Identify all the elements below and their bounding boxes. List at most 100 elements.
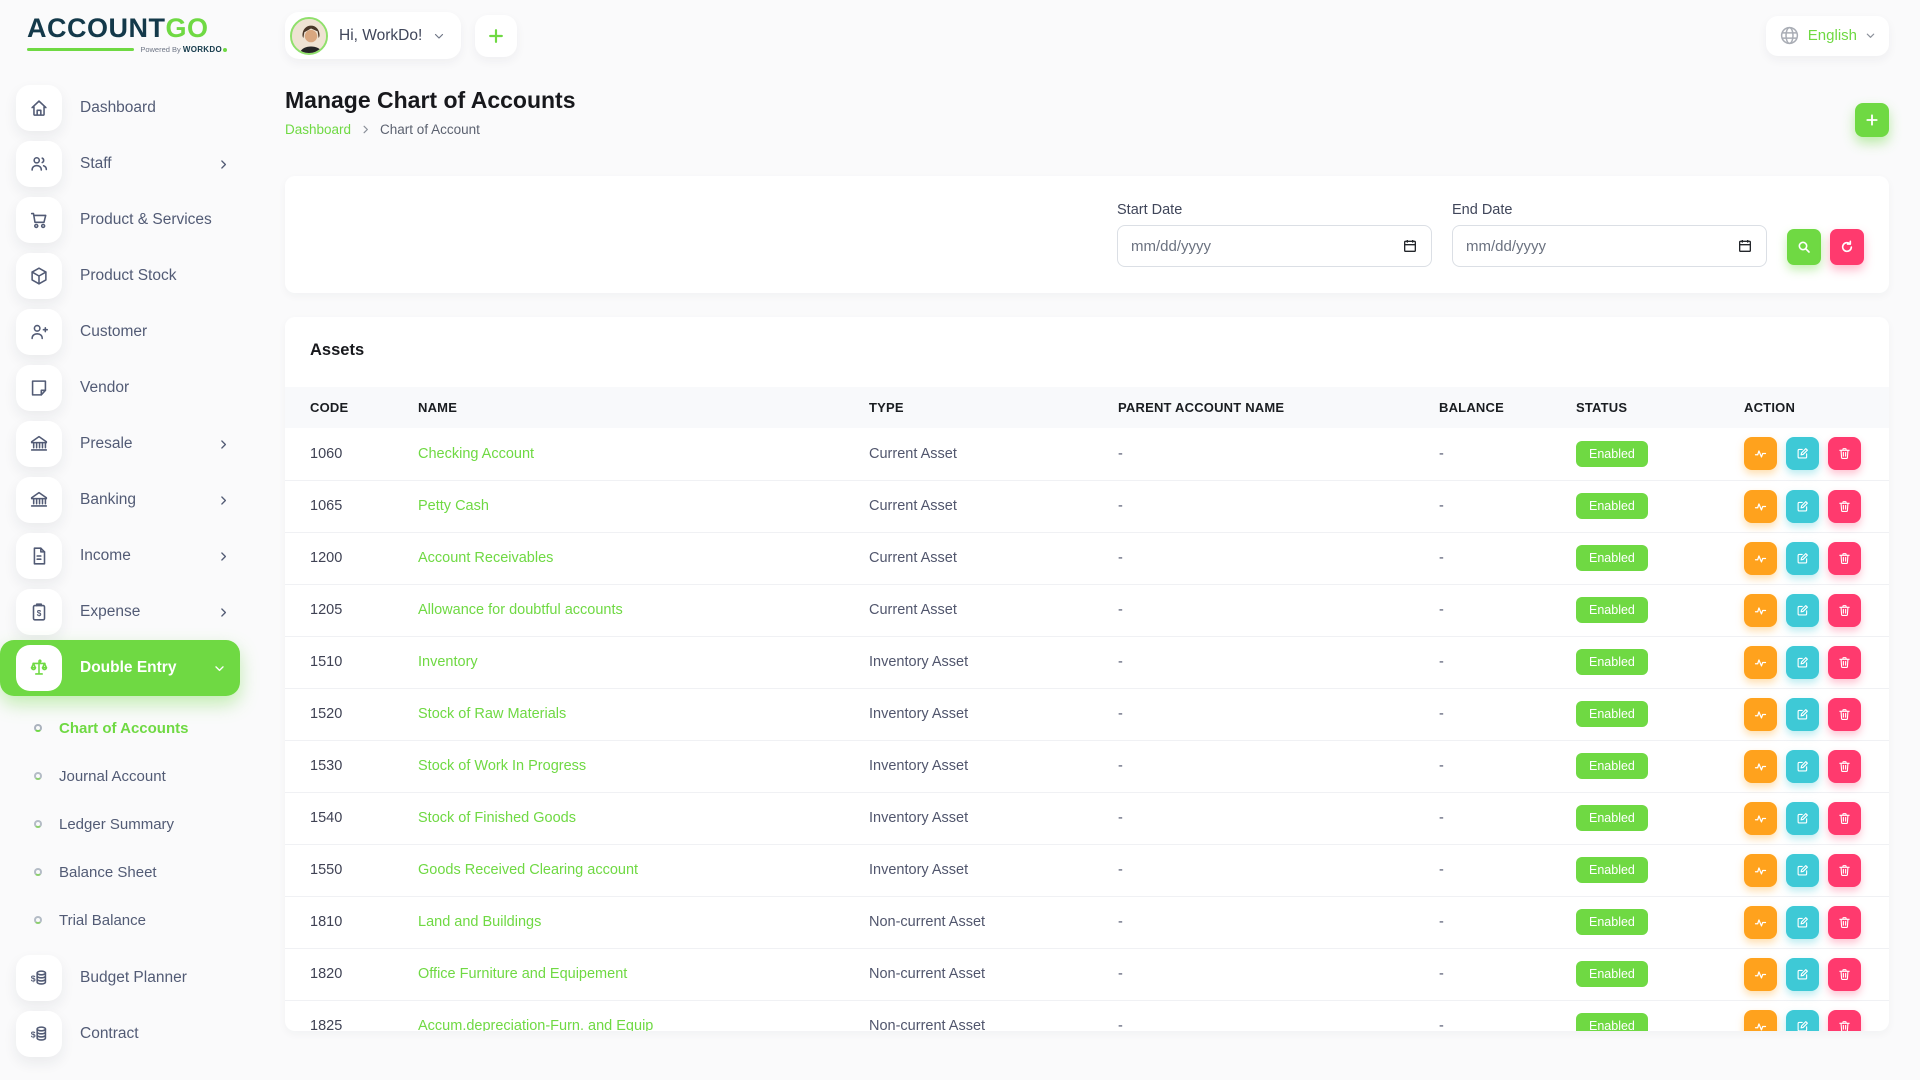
language-selector[interactable]: English: [1766, 16, 1889, 56]
delete-button[interactable]: [1828, 854, 1861, 887]
bullet-icon: [34, 916, 42, 924]
account-name-link[interactable]: Allowance for doubtful accounts: [418, 602, 623, 618]
add-account-button[interactable]: [1855, 103, 1889, 137]
accounts-table: CODENAMETYPEPARENT ACCOUNT NAMEBALANCEST…: [285, 387, 1889, 1031]
calendar-icon[interactable]: [1737, 238, 1753, 254]
brand-logo[interactable]: ACCOUNTGO Powered By WORKDO: [0, 14, 260, 54]
edit-button[interactable]: [1786, 906, 1819, 939]
delete-button[interactable]: [1828, 906, 1861, 939]
balance-cell: -: [1439, 948, 1576, 1000]
account-name-link[interactable]: Stock of Raw Materials: [418, 706, 566, 722]
trash-icon: [1837, 1019, 1852, 1032]
account-name-link[interactable]: Account Receivables: [418, 550, 553, 566]
sidebar-subitem-ledger-summary[interactable]: Ledger Summary: [0, 800, 260, 848]
sidebar-item-double-entry[interactable]: Double Entry: [0, 640, 240, 696]
sidebar-subitem-trial-balance[interactable]: Trial Balance: [0, 896, 260, 944]
edit-button[interactable]: [1786, 1010, 1819, 1032]
account-name-link[interactable]: Stock of Work In Progress: [418, 758, 586, 774]
delete-button[interactable]: [1828, 542, 1861, 575]
delete-button[interactable]: [1828, 646, 1861, 679]
sidebar-item-income[interactable]: Income: [0, 528, 260, 584]
chevron-right-icon: [217, 494, 230, 507]
ledger-button[interactable]: [1744, 906, 1777, 939]
end-date-input[interactable]: mm/dd/yyyy: [1452, 225, 1767, 267]
delete-button[interactable]: [1828, 750, 1861, 783]
account-name-link[interactable]: Accum.depreciation-Furn. and Equip: [418, 1018, 653, 1031]
start-date-input[interactable]: mm/dd/yyyy: [1117, 225, 1432, 267]
breadcrumb-dashboard-link[interactable]: Dashboard: [285, 122, 351, 137]
edit-button[interactable]: [1786, 437, 1819, 470]
edit-button[interactable]: [1786, 958, 1819, 991]
ledger-button[interactable]: [1744, 646, 1777, 679]
sidebar-item-dashboard[interactable]: Dashboard: [0, 80, 260, 136]
table-row: 1540Stock of Finished GoodsInventory Ass…: [285, 792, 1889, 844]
bullet-icon: [34, 820, 42, 828]
account-name-link[interactable]: Stock of Finished Goods: [418, 810, 576, 826]
sidebar-item-expense[interactable]: $Expense: [0, 584, 260, 640]
edit-button[interactable]: [1786, 802, 1819, 835]
activity-icon: [1753, 1019, 1768, 1032]
edit-button[interactable]: [1786, 594, 1819, 627]
ledger-button[interactable]: [1744, 437, 1777, 470]
coins-icon: $: [16, 955, 62, 1001]
delete-button[interactable]: [1828, 1010, 1861, 1032]
quick-add-button[interactable]: [475, 15, 517, 57]
delete-button[interactable]: [1828, 594, 1861, 627]
reset-filter-button[interactable]: [1830, 229, 1864, 265]
ledger-button[interactable]: [1744, 542, 1777, 575]
ledger-button[interactable]: [1744, 854, 1777, 887]
sidebar-item-staff[interactable]: Staff: [0, 136, 260, 192]
delete-button[interactable]: [1828, 958, 1861, 991]
sidebar-subitem-journal-account[interactable]: Journal Account: [0, 752, 260, 800]
status-badge: Enabled: [1576, 753, 1648, 780]
sidebar-item-budget-planner[interactable]: $Budget Planner: [0, 950, 260, 1006]
end-date-label: End Date: [1452, 202, 1767, 218]
sidebar-item-presale[interactable]: Presale: [0, 416, 260, 472]
sidebar-item-product-stock[interactable]: Product Stock: [0, 248, 260, 304]
home-icon: [16, 85, 62, 131]
sidebar-subitem-chart-of-accounts[interactable]: Chart of Accounts: [0, 704, 260, 752]
ledger-button[interactable]: [1744, 698, 1777, 731]
coins-icon: $: [16, 1011, 62, 1057]
sidebar-subitem-balance-sheet[interactable]: Balance Sheet: [0, 848, 260, 896]
apply-filter-button[interactable]: [1787, 229, 1821, 265]
edit-button[interactable]: [1786, 646, 1819, 679]
activity-icon: [1753, 499, 1768, 514]
edit-button[interactable]: [1786, 854, 1819, 887]
account-name-link[interactable]: Office Furniture and Equipement: [418, 966, 627, 982]
edit-button[interactable]: [1786, 542, 1819, 575]
edit-button[interactable]: [1786, 698, 1819, 731]
sidebar-item-customer[interactable]: Customer: [0, 304, 260, 360]
ledger-button[interactable]: [1744, 1010, 1777, 1032]
account-name-link[interactable]: Checking Account: [418, 446, 534, 462]
sidebar: ACCOUNTGO Powered By WORKDO DashboardSta…: [0, 0, 260, 1080]
delete-button[interactable]: [1828, 802, 1861, 835]
account-name-link[interactable]: Inventory: [418, 654, 478, 670]
edit-button[interactable]: [1786, 750, 1819, 783]
ledger-button[interactable]: [1744, 750, 1777, 783]
edit-button[interactable]: [1786, 490, 1819, 523]
user-menu[interactable]: Hi, WorkDo!: [285, 12, 461, 59]
sidebar-item-banking[interactable]: Banking: [0, 472, 260, 528]
box-icon: [16, 253, 62, 299]
account-name-link[interactable]: Goods Received Clearing account: [418, 862, 638, 878]
account-name-link[interactable]: Petty Cash: [418, 498, 489, 514]
delete-button[interactable]: [1828, 490, 1861, 523]
calendar-icon[interactable]: [1402, 238, 1418, 254]
ledger-button[interactable]: [1744, 958, 1777, 991]
chevron-right-icon: [217, 438, 230, 451]
ledger-button[interactable]: [1744, 802, 1777, 835]
account-name-link[interactable]: Land and Buildings: [418, 914, 541, 930]
code-cell: 1550: [285, 844, 418, 896]
ledger-button[interactable]: [1744, 594, 1777, 627]
sidebar-item-vendor[interactable]: Vendor: [0, 360, 260, 416]
sidebar-item-contract[interactable]: $Contract: [0, 1006, 260, 1062]
type-cell: Inventory Asset: [869, 688, 1118, 740]
delete-button[interactable]: [1828, 437, 1861, 470]
delete-button[interactable]: [1828, 698, 1861, 731]
accounts-card: Assets CODENAMETYPEPARENT ACCOUNT NAMEBA…: [285, 317, 1889, 1031]
ledger-button[interactable]: [1744, 490, 1777, 523]
activity-icon: [1753, 967, 1768, 982]
sidebar-item-product-services[interactable]: Product & Services: [0, 192, 260, 248]
sidebar-subitem-label: Ledger Summary: [59, 816, 174, 833]
